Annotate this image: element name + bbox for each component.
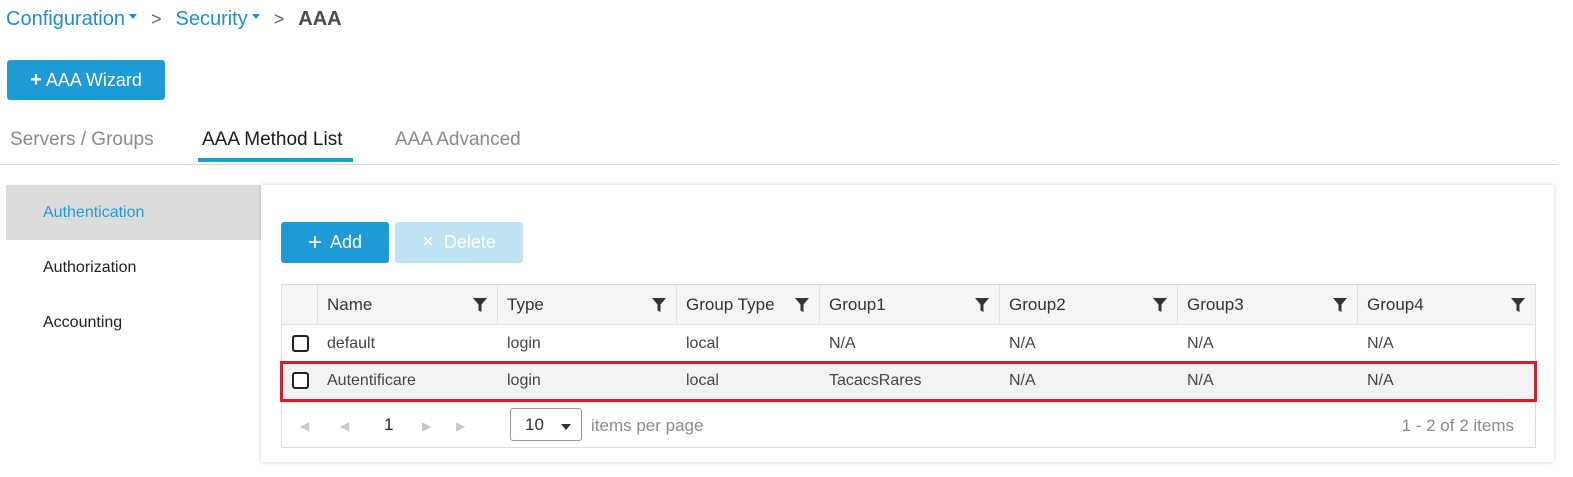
nav-item-authorization[interactable]: Authorization [6, 240, 261, 295]
plus-icon: + [30, 68, 42, 91]
cell-group3: N/A [1187, 334, 1214, 352]
filter-icon[interactable] [975, 298, 989, 313]
breadcrumb-separator: > [273, 8, 285, 29]
cell-group4: N/A [1367, 371, 1394, 389]
tab-bar: Servers / Groups AAA Method List AAA Adv… [0, 120, 1558, 165]
breadcrumb-current: AAA [298, 7, 342, 30]
cell-group3: N/A [1187, 371, 1214, 389]
first-page-icon[interactable]: ◀​ [300, 419, 309, 433]
row-select-cell [282, 362, 318, 399]
breadcrumb-security[interactable]: Security [175, 8, 260, 31]
table-row[interactable]: Autentificare login local TacacsRares N/… [282, 362, 1535, 399]
tab-servers-groups[interactable]: Servers / Groups [10, 129, 154, 163]
cell-type: login [507, 334, 541, 352]
column-header-group4[interactable]: Group4 [1358, 285, 1535, 324]
cell-group1: N/A [829, 334, 856, 352]
tab-aaa-advanced[interactable]: AAA Advanced [395, 129, 521, 163]
cell-group1: TacacsRares [829, 371, 922, 389]
previous-page-icon[interactable]: ◀ [340, 419, 349, 433]
column-header-group1[interactable]: Group1 [820, 285, 1000, 324]
side-nav: Authentication Authorization Accounting [6, 185, 261, 350]
current-page-number[interactable]: 1 [384, 415, 393, 435]
filter-icon[interactable] [795, 298, 809, 313]
row-select-cell [282, 325, 318, 362]
nav-item-accounting[interactable]: Accounting [6, 295, 261, 350]
method-list-panel: + Add × Delete Name Type Group Type Grou… [261, 185, 1554, 462]
method-list-table: Name Type Group Type Group1 Group2 Group… [280, 284, 1537, 448]
next-page-icon[interactable]: ▶ [422, 419, 431, 433]
close-icon: × [422, 231, 434, 253]
caret-down-icon[interactable] [128, 13, 137, 19]
cell-name: Autentificare [327, 371, 416, 389]
delete-label: Delete [443, 232, 496, 252]
filter-icon[interactable] [1511, 298, 1525, 313]
dropdown-arrow-icon [561, 424, 571, 430]
column-header-group-type[interactable]: Group Type [677, 285, 820, 324]
add-button[interactable]: + Add [281, 222, 389, 263]
filter-icon[interactable] [1333, 298, 1347, 313]
column-header-group3[interactable]: Group3 [1178, 285, 1358, 324]
plus-icon: + [307, 228, 322, 256]
filter-icon[interactable] [652, 298, 666, 313]
cell-group2: N/A [1009, 334, 1036, 352]
caret-down-icon[interactable] [251, 13, 260, 19]
last-page-icon[interactable]: ▶​ [456, 419, 465, 433]
pager-info: 1 - 2 of 2 items [1401, 416, 1514, 435]
table-row[interactable]: default login local N/A N/A N/A N/A [282, 325, 1535, 362]
nav-item-authentication[interactable]: Authentication [6, 185, 261, 240]
items-per-page-label: items per page [591, 416, 704, 435]
cell-group2: N/A [1009, 371, 1036, 389]
cell-name: default [327, 334, 376, 352]
column-header-group2[interactable]: Group2 [1000, 285, 1178, 324]
add-label: Add [329, 232, 363, 252]
cell-group-type: local [686, 334, 719, 352]
breadcrumb-separator: > [150, 8, 162, 29]
row-checkbox[interactable] [291, 335, 309, 352]
delete-button[interactable]: × Delete [395, 222, 523, 263]
cell-group-type: local [686, 371, 719, 389]
aaa-wizard-button[interactable]: + AAA Wizard [7, 60, 165, 100]
column-header-type[interactable]: Type [498, 285, 677, 324]
page-size-select[interactable]: 10 [510, 408, 582, 441]
header-select-cell [282, 285, 318, 324]
filter-icon[interactable] [1153, 298, 1167, 313]
page-size-value: 10 [525, 414, 544, 434]
table-header: Name Type Group Type Group1 Group2 Group… [282, 285, 1535, 325]
filter-icon[interactable] [473, 298, 487, 313]
aaa-wizard-label: AAA Wizard [45, 69, 142, 90]
active-tab-indicator [198, 158, 353, 162]
cell-type: login [507, 371, 541, 389]
breadcrumb-configuration[interactable]: Configuration [6, 8, 137, 31]
row-checkbox[interactable] [291, 372, 309, 389]
cell-group4: N/A [1367, 334, 1394, 352]
pager: ◀​ ◀ 1 ▶ ▶​ 10 items per page 1 - 2 of 2… [282, 402, 1535, 447]
breadcrumb: Configuration > Security > AAA [6, 6, 342, 32]
column-header-name[interactable]: Name [318, 285, 498, 324]
